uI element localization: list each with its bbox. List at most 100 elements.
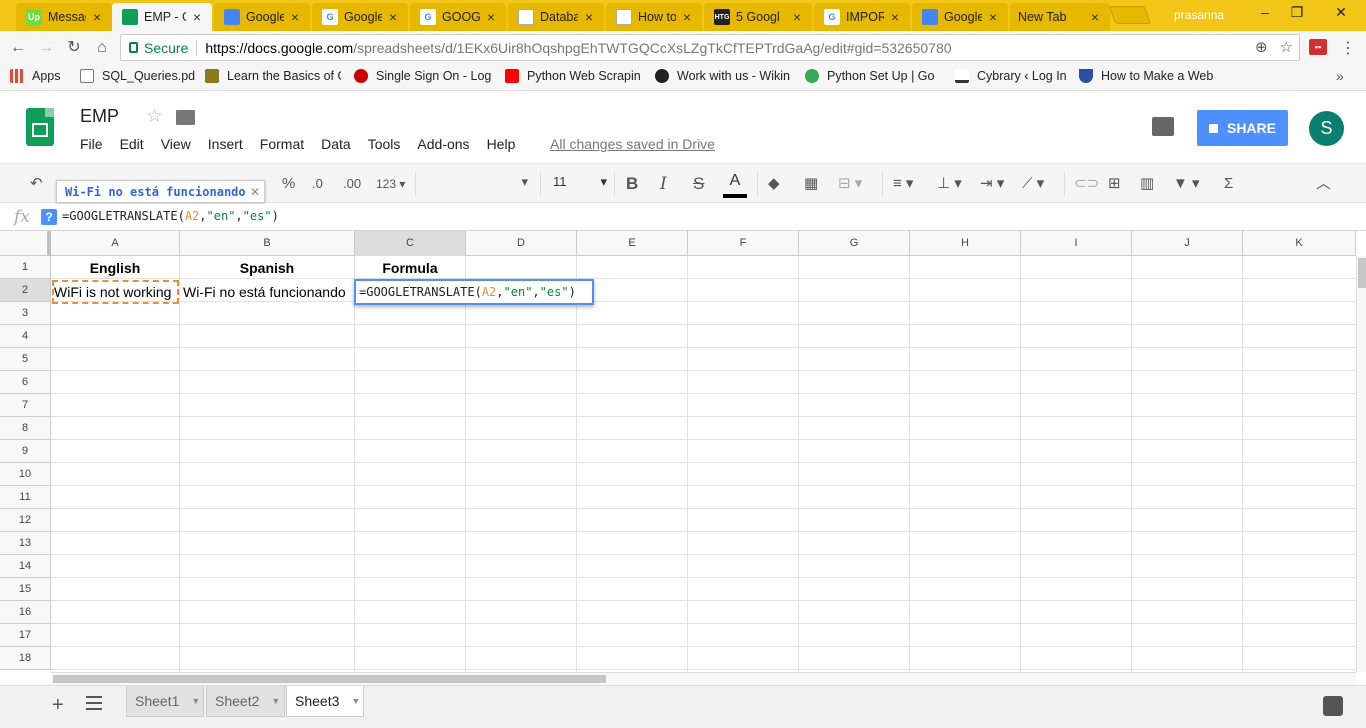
row-header[interactable]: 15 xyxy=(0,578,51,601)
cell-a1[interactable]: English xyxy=(51,257,179,280)
close-tab-icon[interactable]: × xyxy=(582,9,596,25)
close-tab-icon[interactable]: × xyxy=(288,9,302,25)
cell-b2[interactable]: Wi-Fi no está funcionando xyxy=(183,281,354,304)
column-header-k[interactable]: K xyxy=(1243,231,1356,256)
fill-color-icon[interactable]: ◆ xyxy=(768,174,780,194)
column-header-e[interactable]: E xyxy=(577,231,688,256)
close-tab-icon[interactable]: × xyxy=(90,9,104,25)
menu-addons[interactable]: Add-ons xyxy=(417,136,469,152)
close-tab-icon[interactable]: × xyxy=(986,9,1000,25)
close-tab-icon[interactable]: × xyxy=(484,9,498,25)
browser-tab[interactable]: Google × xyxy=(214,3,310,31)
vertical-scrollbar[interactable] xyxy=(1356,256,1366,672)
column-header-a[interactable]: A xyxy=(51,231,180,256)
browser-tab[interactable]: Databa × xyxy=(508,3,604,31)
row-header[interactable]: 17 xyxy=(0,624,51,647)
browser-tab[interactable]: G GOOGL × xyxy=(410,3,506,31)
cell-b1[interactable]: Spanish xyxy=(180,257,354,280)
column-header-b[interactable]: B xyxy=(180,231,355,256)
functions-button[interactable]: Σ xyxy=(1224,174,1233,194)
address-bar[interactable]: Secure https://docs.google.com/spreadshe… xyxy=(120,34,1300,61)
row-header[interactable]: 14 xyxy=(0,555,51,578)
insert-chart-icon[interactable]: ▥ xyxy=(1140,174,1154,194)
cell-grid[interactable]: English Spanish Formula WiFi is not work… xyxy=(51,256,1356,672)
row-header[interactable]: 9 xyxy=(0,440,51,463)
share-button[interactable]: SHARE xyxy=(1197,110,1288,146)
menu-tools[interactable]: Tools xyxy=(368,136,401,152)
close-tab-icon[interactable]: × xyxy=(1088,9,1102,25)
bookmark-apps[interactable]: Apps xyxy=(10,69,70,83)
bookmark-item[interactable]: Learn the Basics of G xyxy=(205,69,341,83)
close-tab-icon[interactable]: × xyxy=(680,9,694,25)
column-header-h[interactable]: H xyxy=(910,231,1021,256)
chevron-down-icon[interactable]: ▼ xyxy=(351,696,360,706)
chevron-down-icon[interactable]: ▼ xyxy=(191,696,200,706)
star-icon[interactable]: ☆ xyxy=(146,105,163,128)
vertical-scroll-thumb[interactable] xyxy=(1358,258,1366,288)
extension-icon[interactable]: ▪▪ xyxy=(1309,39,1327,55)
reload-icon[interactable]: ↻ xyxy=(64,38,84,58)
bookmark-item[interactable]: Cybrary ‹ Log In xyxy=(955,69,1070,83)
forward-icon[interactable]: → xyxy=(36,38,56,58)
row-header[interactable]: 5 xyxy=(0,348,51,371)
cell-c1[interactable]: Formula xyxy=(355,257,465,280)
close-tab-icon[interactable]: × xyxy=(190,9,204,25)
collapse-toolbar-icon[interactable]: ︿ xyxy=(1316,174,1331,194)
menu-insert[interactable]: Insert xyxy=(208,136,243,152)
merge-cells-icon[interactable]: ⊟ ▾ xyxy=(838,174,862,194)
home-icon[interactable]: ⌂ xyxy=(92,38,112,58)
secure-indicator[interactable]: Secure xyxy=(129,40,188,56)
column-header-c[interactable]: C xyxy=(355,231,466,256)
new-tab-button[interactable] xyxy=(1108,6,1152,24)
increase-decimal-button[interactable]: .00 xyxy=(343,174,361,194)
close-tab-icon[interactable]: × xyxy=(888,9,902,25)
bookmark-star-icon[interactable]: ☆ xyxy=(1280,38,1293,56)
formula-bar[interactable]: fx ? =GOOGLETRANSLATE(A2,"en","es") xyxy=(0,204,1366,231)
browser-tab[interactable]: New Tab × xyxy=(1010,3,1110,31)
text-wrapping-icon[interactable]: ⇥ ▾ xyxy=(980,174,1004,194)
sheet-tab-sheet3[interactable]: Sheet3 ▼ xyxy=(286,686,364,717)
close-tab-icon[interactable]: × xyxy=(790,9,804,25)
all-sheets-icon[interactable] xyxy=(86,696,102,710)
bookmark-item[interactable]: Single Sign On - Log xyxy=(354,69,492,83)
insert-link-icon[interactable]: ⊂⊃ xyxy=(1074,174,1099,194)
sheet-tab-sheet2[interactable]: Sheet2 ▼ xyxy=(206,686,285,717)
formula-input[interactable]: =GOOGLETRANSLATE(A2,"en","es") xyxy=(62,209,279,223)
row-header[interactable]: 2 xyxy=(0,279,51,302)
percent-format-button[interactable]: % xyxy=(282,174,295,194)
comments-icon[interactable] xyxy=(1152,117,1174,136)
font-size-select[interactable]: 11 ▾ xyxy=(553,174,607,190)
browser-tab[interactable]: G Google × xyxy=(312,3,408,31)
profile-name[interactable]: prasanna xyxy=(1174,8,1224,22)
row-header[interactable]: 12 xyxy=(0,509,51,532)
close-tab-icon[interactable]: × xyxy=(386,9,400,25)
explore-icon[interactable] xyxy=(1323,696,1343,716)
browser-tab-active[interactable]: EMP - G × xyxy=(112,3,212,31)
zoom-icon[interactable]: ⊕ xyxy=(1255,38,1268,56)
select-all-corner[interactable] xyxy=(0,231,51,256)
sheets-logo-icon[interactable] xyxy=(26,108,54,146)
menu-file[interactable]: File xyxy=(80,136,103,152)
text-rotation-icon[interactable]: ⟋ ▾ xyxy=(1022,174,1044,194)
sheet-tab-sheet1[interactable]: Sheet1 ▼ xyxy=(126,686,204,717)
menu-format[interactable]: Format xyxy=(260,136,304,152)
browser-tab[interactable]: Up Messag × xyxy=(16,3,112,31)
formula-help-icon[interactable]: ? xyxy=(41,209,57,225)
maximize-icon[interactable]: ❐ xyxy=(1282,4,1312,21)
bold-button[interactable]: B xyxy=(626,174,638,194)
insert-comment-icon[interactable]: ⊞ xyxy=(1108,174,1121,194)
save-status-link[interactable]: All changes saved in Drive xyxy=(550,136,715,152)
add-sheet-button[interactable]: + xyxy=(52,694,64,717)
text-color-button[interactable]: A xyxy=(723,172,747,198)
column-header-d[interactable]: D xyxy=(466,231,577,256)
cell-c2-editor[interactable]: =GOOGLETRANSLATE(A2,"en","es") xyxy=(354,279,594,305)
browser-tab[interactable]: Google × xyxy=(912,3,1008,31)
italic-button[interactable]: I xyxy=(660,174,667,194)
font-family-select[interactable]: ▾ xyxy=(416,174,528,190)
bookmark-item[interactable]: Python Web Scrapin xyxy=(505,69,641,83)
chrome-menu-icon[interactable]: ⋮ xyxy=(1340,38,1356,58)
close-tooltip-icon[interactable]: ✕ xyxy=(250,185,260,199)
row-header[interactable]: 1 xyxy=(0,256,51,279)
decrease-decimal-button[interactable]: .0 xyxy=(312,174,323,194)
menu-data[interactable]: Data xyxy=(321,136,351,152)
